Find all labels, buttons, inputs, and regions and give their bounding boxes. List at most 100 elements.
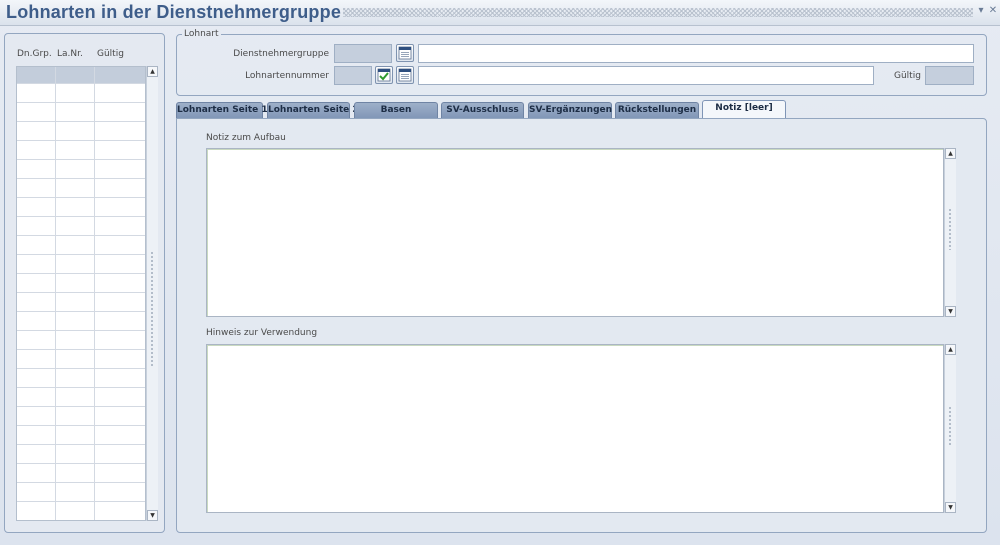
minimize-icon[interactable]: ▾ [976,5,986,17]
table-cell[interactable] [95,84,145,102]
lohnartennummer-name-field[interactable] [418,66,874,85]
table-row[interactable] [17,502,145,520]
table-row[interactable] [17,464,145,483]
table-row[interactable] [17,255,145,274]
gueltig-field[interactable] [925,66,974,85]
table-cell[interactable] [56,67,95,83]
table-cell[interactable] [95,217,145,235]
table-cell[interactable] [17,198,57,216]
table-cell[interactable] [95,122,145,140]
list-of-values-icon[interactable] [396,66,414,84]
scroll-grip[interactable] [150,251,154,366]
table-row[interactable] [17,407,145,426]
scroll-down-icon[interactable]: ▼ [945,306,956,317]
scroll-up-icon[interactable]: ▲ [147,66,158,77]
list-of-values-icon[interactable] [396,44,414,62]
table-cell[interactable] [56,122,95,140]
table-cell[interactable] [17,312,57,330]
scroll-up-icon[interactable]: ▲ [945,344,956,355]
table-cell[interactable] [56,84,95,102]
notiz-aufbau-scrollbar[interactable]: ▲ ▼ [944,148,956,317]
table-cell[interactable] [56,350,95,368]
table-cell[interactable] [95,312,145,330]
table-row[interactable] [17,388,145,407]
tab-lohnarten-seite-2[interactable]: Lohnarten Seite 2 [267,102,359,119]
table-cell[interactable] [56,464,95,482]
table-cell[interactable] [95,483,145,501]
table-cell[interactable] [95,331,145,349]
table-cell[interactable] [95,350,145,368]
table-cell[interactable] [95,198,145,216]
table-cell[interactable] [95,293,145,311]
table-cell[interactable] [56,217,95,235]
tab-basen[interactable]: Basen [354,102,438,119]
table-row[interactable] [17,141,145,160]
table-cell[interactable] [17,274,57,292]
table-cell[interactable] [17,426,57,444]
table-cell[interactable] [95,464,145,482]
scroll-down-icon[interactable]: ▼ [945,502,956,513]
table-cell[interactable] [56,369,95,387]
table-cell[interactable] [56,179,95,197]
table-row[interactable] [17,217,145,236]
table-cell[interactable] [17,179,57,197]
table-cell[interactable] [17,160,57,178]
table-cell[interactable] [56,236,95,254]
table-cell[interactable] [56,445,95,463]
dienstnehmergruppe-name-field[interactable] [418,44,974,63]
hinweis-verwendung-textarea[interactable] [206,344,944,513]
tab-sv-ergaenzungen[interactable]: SV-Ergänzungen [528,102,612,119]
table-cell[interactable] [56,160,95,178]
table-cell[interactable] [95,426,145,444]
table-cell[interactable] [17,67,57,83]
notiz-aufbau-textarea[interactable] [206,148,944,317]
table-cell[interactable] [56,255,95,273]
scroll-grip[interactable] [948,406,952,446]
table-cell[interactable] [17,84,57,102]
table-cell[interactable] [17,103,57,121]
table-row[interactable] [17,122,145,141]
table-cell[interactable] [56,407,95,425]
table-row[interactable] [17,84,145,103]
scroll-up-icon[interactable]: ▲ [945,148,956,159]
table-row[interactable] [17,331,145,350]
table-row[interactable] [17,67,145,84]
table-cell[interactable] [17,369,57,387]
table-cell[interactable] [17,350,57,368]
close-icon[interactable]: ✕ [988,5,998,17]
table-cell[interactable] [95,103,145,121]
table-cell[interactable] [17,407,57,425]
table-cell[interactable] [17,445,57,463]
table-cell[interactable] [56,331,95,349]
table-cell[interactable] [56,274,95,292]
table-cell[interactable] [95,236,145,254]
table-cell[interactable] [17,255,57,273]
table-cell[interactable] [17,331,57,349]
table-cell[interactable] [56,293,95,311]
table-cell[interactable] [17,464,57,482]
table-row[interactable] [17,274,145,293]
check-icon[interactable] [375,66,393,84]
table-row[interactable] [17,160,145,179]
scroll-down-icon[interactable]: ▼ [147,510,158,521]
table-row[interactable] [17,103,145,122]
table-cell[interactable] [17,388,57,406]
table-cell[interactable] [95,160,145,178]
tab-notiz[interactable]: Notiz [leer] [702,100,786,120]
lohnartennummer-code-field[interactable] [334,66,372,85]
scroll-grip[interactable] [948,208,952,250]
table-cell[interactable] [95,141,145,159]
table-row[interactable] [17,369,145,388]
table-row[interactable] [17,179,145,198]
tab-rueckstellungen[interactable]: Rückstellungen [615,102,699,119]
table-cell[interactable] [56,198,95,216]
table-row[interactable] [17,445,145,464]
table-cell[interactable] [95,445,145,463]
table-cell[interactable] [17,293,57,311]
dienstnehmergruppe-code-field[interactable] [334,44,392,63]
table-cell[interactable] [95,67,145,83]
record-list-grid[interactable] [16,66,146,521]
hinweis-verwendung-scrollbar[interactable]: ▲ ▼ [944,344,956,513]
table-cell[interactable] [17,502,57,520]
table-cell[interactable] [17,483,57,501]
